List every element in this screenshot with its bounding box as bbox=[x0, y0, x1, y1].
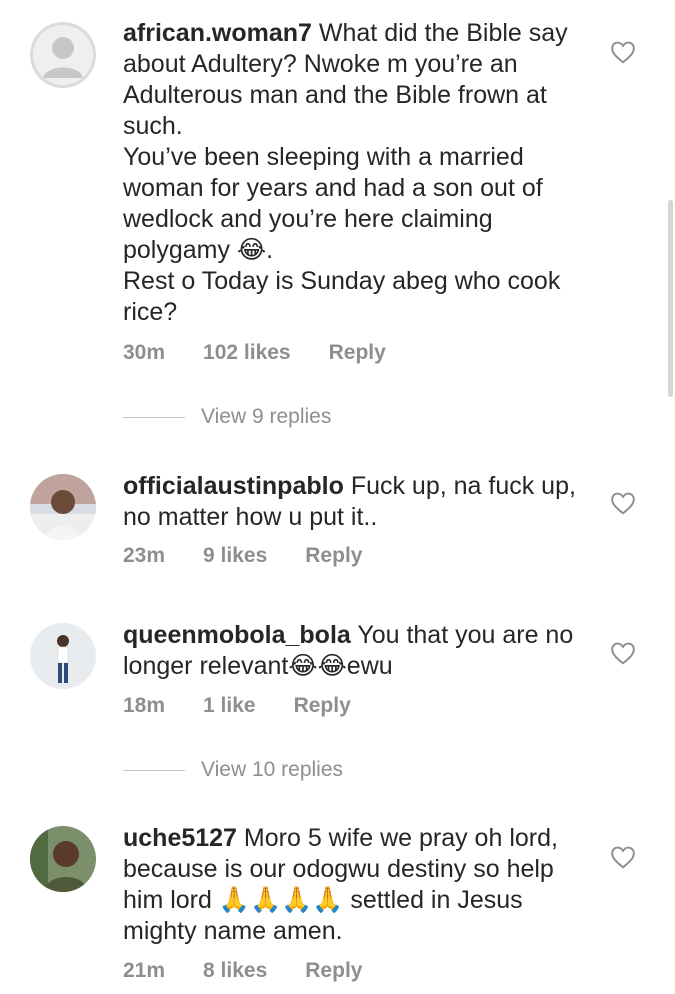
likes-count[interactable]: 8 likes bbox=[203, 959, 267, 983]
heart-outline-icon[interactable] bbox=[610, 845, 636, 869]
user-photo-icon bbox=[30, 826, 96, 892]
view-replies-label[interactable]: View 10 replies bbox=[201, 758, 343, 782]
view-replies-label[interactable]: View 9 replies bbox=[201, 405, 331, 429]
avatar[interactable] bbox=[30, 826, 96, 892]
reply-button[interactable]: Reply bbox=[294, 694, 351, 718]
timestamp: 30m bbox=[123, 341, 166, 364]
timestamp: 23m bbox=[123, 544, 166, 567]
likes-count[interactable]: 9 likes bbox=[203, 544, 267, 568]
replies-divider bbox=[123, 769, 185, 771]
username[interactable]: officialaustinpablo bbox=[123, 472, 344, 500]
comment-meta: 23m 9 likes Reply bbox=[123, 544, 400, 568]
heart-outline-icon[interactable] bbox=[610, 491, 636, 515]
comment-text: uche5127 Moro 5 wife we pray oh lord, be… bbox=[123, 823, 593, 947]
heart-outline-icon[interactable] bbox=[610, 641, 636, 665]
likes-count[interactable]: 102 likes bbox=[203, 341, 291, 365]
comment-meta: 21m 8 likes Reply bbox=[123, 959, 400, 983]
view-replies[interactable]: View 9 replies bbox=[123, 405, 331, 429]
comment-text: officialaustinpablo Fuck up, na fuck up,… bbox=[123, 471, 593, 533]
reply-button[interactable]: Reply bbox=[305, 959, 362, 983]
comment-meta: 18m 1 like Reply bbox=[123, 694, 389, 718]
default-user-icon bbox=[30, 22, 96, 88]
user-photo-icon bbox=[30, 623, 96, 689]
comment-text: african.woman7 What did the Bible say ab… bbox=[123, 18, 593, 328]
user-photo-icon bbox=[30, 474, 96, 540]
username[interactable]: african.woman7 bbox=[123, 19, 312, 47]
likes-count[interactable]: 1 like bbox=[203, 694, 256, 718]
comment-meta: 30m 102 likes Reply bbox=[123, 341, 424, 365]
comment-text: queenmobola_bola You that you are no lon… bbox=[123, 620, 593, 682]
scrollbar[interactable] bbox=[668, 200, 673, 397]
avatar[interactable] bbox=[30, 474, 96, 540]
avatar[interactable] bbox=[30, 623, 96, 689]
timestamp: 21m bbox=[123, 959, 166, 982]
reply-button[interactable]: Reply bbox=[305, 544, 362, 568]
comment-line: Rest o Today is Sunday abeg who cook ric… bbox=[123, 267, 561, 326]
username[interactable]: uche5127 bbox=[123, 824, 237, 852]
timestamp: 18m bbox=[123, 694, 166, 717]
comment-line: You’ve been sleeping with a married woma… bbox=[123, 143, 543, 264]
view-replies[interactable]: View 10 replies bbox=[123, 758, 343, 782]
reply-button[interactable]: Reply bbox=[329, 341, 386, 365]
replies-divider bbox=[123, 416, 185, 418]
avatar[interactable] bbox=[30, 22, 96, 88]
heart-outline-icon[interactable] bbox=[610, 40, 636, 64]
username[interactable]: queenmobola_bola bbox=[123, 621, 351, 649]
